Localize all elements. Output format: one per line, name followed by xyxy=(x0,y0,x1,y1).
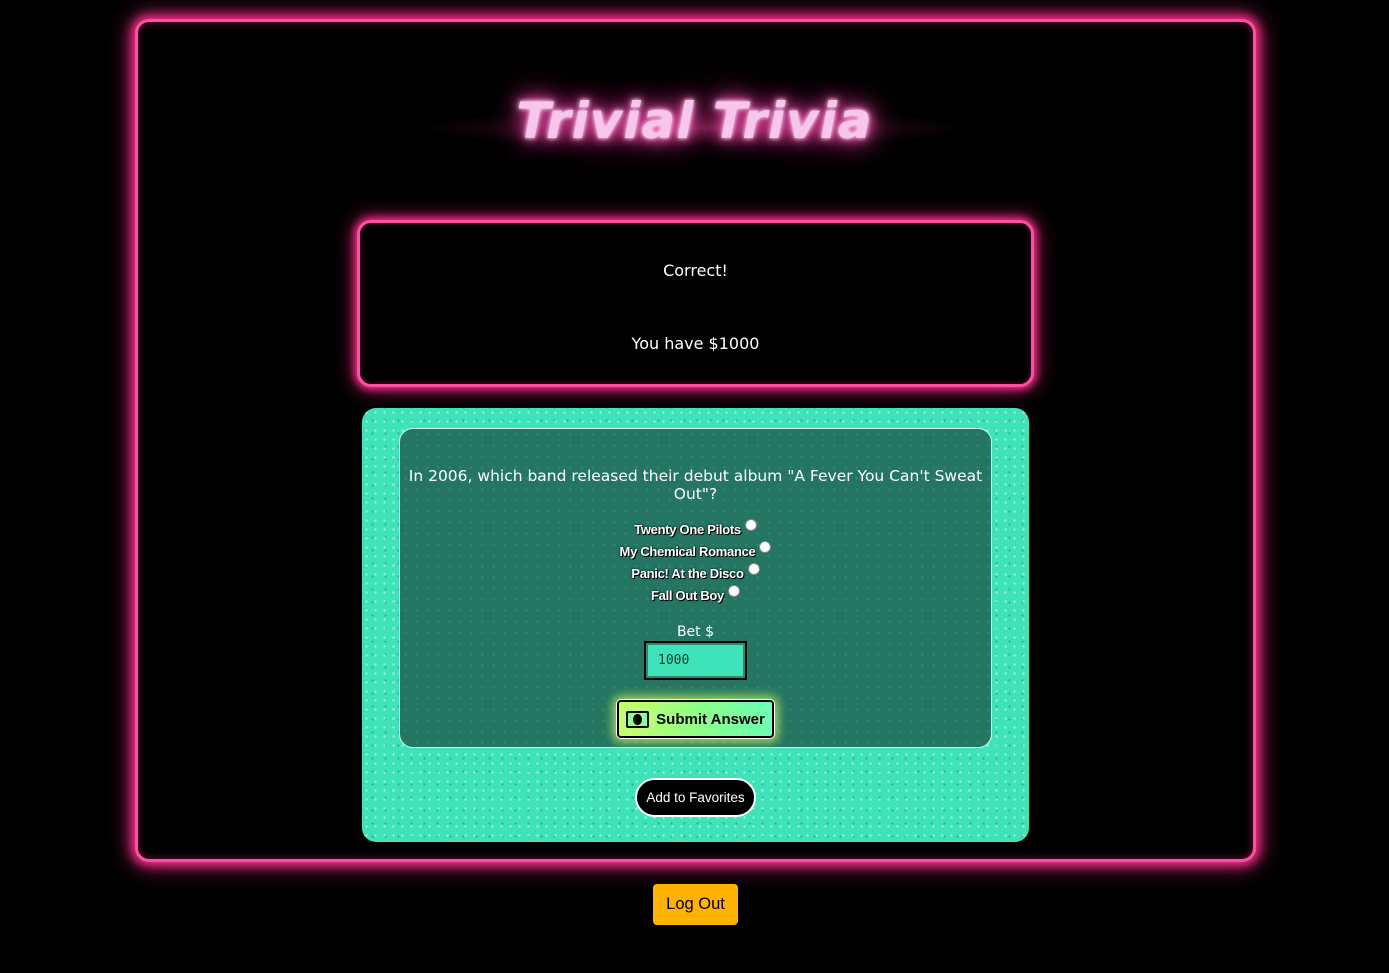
bet-label: Bet $ xyxy=(676,624,715,640)
add-to-favorites-button[interactable]: Add to Favorites xyxy=(635,778,756,817)
submit-answer-label: Submit Answer xyxy=(656,710,765,728)
answer-radio[interactable] xyxy=(759,541,772,553)
money-balance-text: You have $1000 xyxy=(631,334,760,353)
answer-result-text: Correct! xyxy=(663,261,728,280)
answer-option[interactable]: Fall Out Boy xyxy=(400,581,991,603)
answer-options: Twenty One Pilots My Chemical Romance Pa… xyxy=(400,515,991,603)
answer-radio[interactable] xyxy=(747,563,760,575)
answer-option[interactable]: Twenty One Pilots xyxy=(400,515,991,537)
answer-option-label: Panic! At the Disco xyxy=(631,565,744,581)
answer-option-label: Fall Out Boy xyxy=(651,587,724,603)
money-bill-icon xyxy=(626,710,650,728)
answer-radio[interactable] xyxy=(744,519,757,531)
answer-option-label: My Chemical Romance xyxy=(619,543,756,559)
game-panel: In 2006, which band released their debut… xyxy=(362,408,1029,842)
page-title: Trivial Trivia xyxy=(516,92,873,150)
submit-answer-button[interactable]: Submit Answer xyxy=(617,700,774,738)
answer-option[interactable]: Panic! At the Disco xyxy=(400,559,991,581)
status-card: Correct! You have $1000 xyxy=(357,220,1034,387)
bet-amount-input[interactable] xyxy=(644,641,747,680)
question-card: In 2006, which band released their debut… xyxy=(399,428,992,748)
answer-option-label: Twenty One Pilots xyxy=(634,521,741,537)
log-out-button[interactable]: Log Out xyxy=(653,884,738,925)
question-text: In 2006, which band released their debut… xyxy=(408,467,983,503)
answer-radio[interactable] xyxy=(727,585,740,597)
answer-option[interactable]: My Chemical Romance xyxy=(400,537,991,559)
